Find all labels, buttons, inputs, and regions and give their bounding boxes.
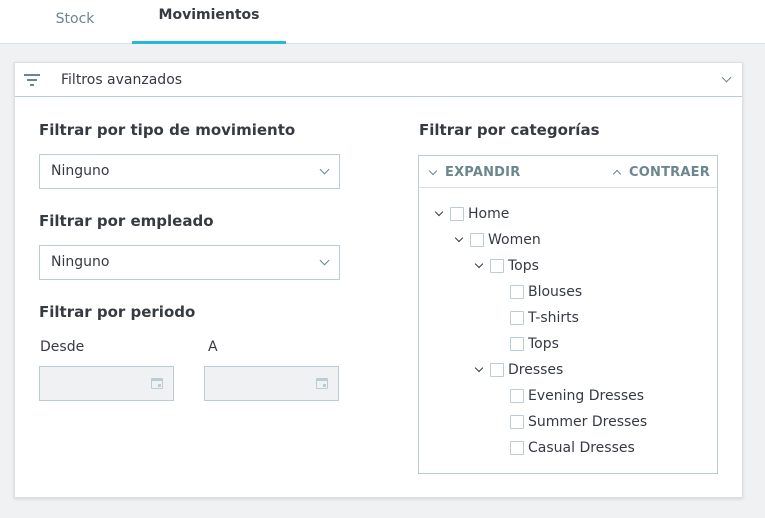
tree-node[interactable]: Home bbox=[434, 205, 694, 225]
tree-checkbox[interactable] bbox=[510, 441, 524, 455]
tree-node[interactable]: Summer Dresses bbox=[494, 413, 754, 433]
movement-type-value: Ninguno bbox=[51, 163, 110, 179]
tab-movimientos[interactable]: Movimientos bbox=[132, 0, 286, 44]
tree-node-label: T-shirts bbox=[528, 310, 579, 326]
date-from-input[interactable] bbox=[39, 366, 174, 401]
advanced-filters-panel: Filtros avanzados Filtrar por tipo de mo… bbox=[14, 62, 743, 498]
collapse-label: CONTRAER bbox=[629, 165, 710, 180]
categories-label: Filtrar por categorías bbox=[419, 121, 600, 139]
employee-label: Filtrar por empleado bbox=[39, 212, 214, 230]
chevron-down-icon bbox=[319, 164, 330, 175]
tree-node-label: Tops bbox=[528, 336, 559, 352]
collapse-button[interactable]: CONTRAER bbox=[612, 156, 710, 190]
date-from-label: Desde bbox=[40, 339, 85, 355]
tree-node-label: Tops bbox=[508, 258, 539, 274]
tree-actions: EXPANDIR CONTRAER bbox=[419, 156, 717, 188]
chevron-down-icon bbox=[319, 255, 330, 266]
tree-node[interactable]: Tops bbox=[494, 335, 754, 355]
tree-node[interactable]: T-shirts bbox=[494, 309, 754, 329]
chevron-up-icon bbox=[612, 168, 622, 179]
filter-icon bbox=[24, 74, 40, 86]
tree-node[interactable]: Evening Dresses bbox=[494, 387, 754, 407]
date-to-input[interactable] bbox=[204, 366, 339, 401]
movement-type-label: Filtrar por tipo de movimiento bbox=[39, 121, 296, 139]
tree-node[interactable]: Women bbox=[454, 231, 714, 251]
tree-node-label: Home bbox=[468, 206, 510, 222]
tab-bar: Stock Movimientos bbox=[0, 0, 765, 44]
tree-toggle-chevron-icon[interactable] bbox=[474, 257, 486, 277]
calendar-icon[interactable] bbox=[151, 378, 163, 389]
tree-node-label: Evening Dresses bbox=[528, 388, 645, 404]
tree-checkbox[interactable] bbox=[510, 415, 524, 429]
movement-type-select[interactable]: Ninguno bbox=[39, 154, 340, 189]
calendar-icon[interactable] bbox=[316, 378, 328, 389]
tree-checkbox[interactable] bbox=[450, 207, 464, 221]
expand-button[interactable]: EXPANDIR bbox=[428, 156, 521, 190]
tree-checkbox[interactable] bbox=[490, 259, 504, 273]
employee-value: Ninguno bbox=[51, 254, 110, 270]
chevron-down-icon bbox=[428, 166, 438, 176]
tree-node[interactable]: Casual Dresses bbox=[494, 439, 754, 459]
tab-stock[interactable]: Stock bbox=[20, 0, 130, 43]
tree-checkbox[interactable] bbox=[510, 285, 524, 299]
tree-node-label: Blouses bbox=[528, 284, 583, 300]
tree-node[interactable]: Dresses bbox=[474, 361, 734, 381]
tree-checkbox[interactable] bbox=[490, 363, 504, 377]
tree-checkbox[interactable] bbox=[510, 311, 524, 325]
tree-toggle-chevron-icon[interactable] bbox=[434, 205, 446, 225]
advanced-filters-header[interactable]: Filtros avanzados bbox=[15, 63, 742, 97]
tree-toggle-chevron-icon[interactable] bbox=[474, 361, 486, 381]
tree-node[interactable]: Tops bbox=[474, 257, 734, 277]
date-to-label: A bbox=[208, 339, 218, 355]
tree-checkbox[interactable] bbox=[510, 389, 524, 403]
period-label: Filtrar por periodo bbox=[39, 303, 196, 321]
tree-node-label: Summer Dresses bbox=[528, 414, 648, 430]
chevron-down-icon[interactable] bbox=[721, 72, 732, 83]
tree-node-label: Women bbox=[488, 232, 541, 248]
tree-checkbox[interactable] bbox=[470, 233, 484, 247]
panel-title: Filtros avanzados bbox=[61, 72, 183, 88]
tree-checkbox[interactable] bbox=[510, 337, 524, 351]
employee-select[interactable]: Ninguno bbox=[39, 245, 340, 280]
tree-node-label: Dresses bbox=[508, 362, 564, 378]
tree-toggle-chevron-icon[interactable] bbox=[454, 231, 466, 251]
expand-label: EXPANDIR bbox=[445, 165, 521, 180]
tree-node[interactable]: Blouses bbox=[494, 283, 754, 303]
tree-node-label: Casual Dresses bbox=[528, 440, 635, 456]
category-tree: EXPANDIR CONTRAER Home Women Tops Blouses T-… bbox=[418, 155, 718, 474]
